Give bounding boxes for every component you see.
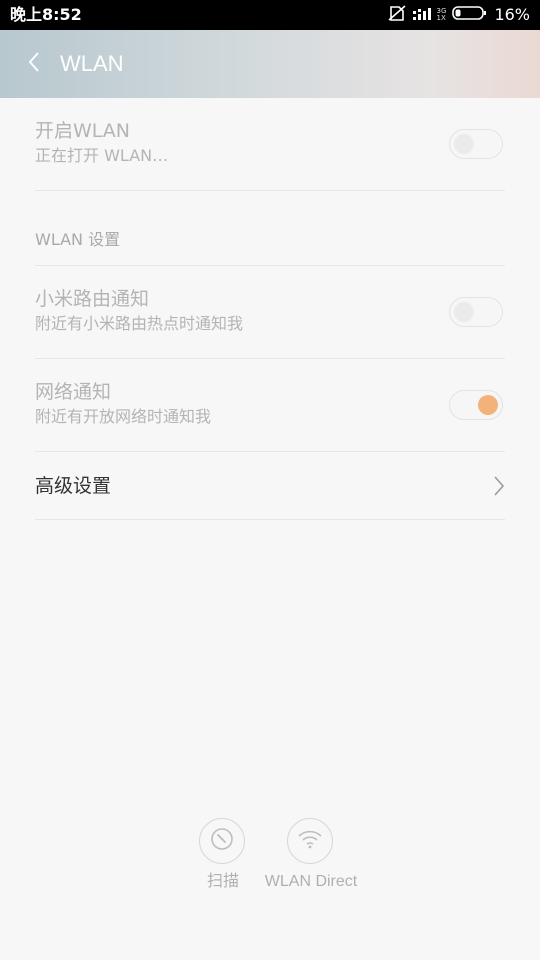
router-notification-desc: 附近有小米路由热点时通知我 <box>35 314 244 333</box>
wifi-icon <box>297 828 323 854</box>
chevron-right-icon <box>490 475 506 497</box>
toggle-knob <box>478 395 498 415</box>
divider <box>35 519 505 520</box>
network-type-bottom: 1X <box>436 14 446 22</box>
chevron-left-icon <box>26 50 42 78</box>
battery-percent: 16% <box>494 5 530 24</box>
network-notification-title: 网络通知 <box>35 381 112 403</box>
divider <box>35 190 505 191</box>
router-notification-row[interactable]: 小米路由通知 附近有小米路由热点时通知我 <box>35 287 505 335</box>
network-notification-row[interactable]: 网络通知 附近有开放网络时通知我 <box>35 380 505 428</box>
divider <box>35 451 505 452</box>
divider <box>35 265 505 266</box>
wlan-switch-row[interactable]: 开启WLAN 正在打开 WLAN… <box>35 119 505 167</box>
router-notification-title: 小米路由通知 <box>35 288 150 310</box>
wlan-direct-label: WLAN Direct <box>264 873 358 890</box>
toggle-knob <box>454 302 474 322</box>
page-title: WLAN <box>60 51 124 76</box>
status-icons: 3G 1X 16% <box>387 5 530 25</box>
toggle-knob <box>454 134 474 154</box>
section-header: WLAN 设置 <box>35 230 121 249</box>
back-button[interactable] <box>14 44 54 84</box>
wlan-direct-button[interactable]: WLAN Direct <box>251 818 371 898</box>
network-notification-desc: 附近有开放网络时通知我 <box>35 407 212 426</box>
wlan-toggle[interactable] <box>449 129 503 159</box>
action-bar: WLAN <box>0 30 540 98</box>
network-type: 3G 1X <box>437 8 447 22</box>
status-bar: 晚上8:52 3G 1X 16% <box>0 0 540 30</box>
status-time: 晚上8:52 <box>10 5 82 24</box>
scan-button-circle[interactable] <box>199 818 245 864</box>
battery-icon <box>452 5 488 25</box>
signal-icon <box>412 6 435 25</box>
router-notification-toggle[interactable] <box>449 297 503 327</box>
wlan-switch-status: 正在打开 WLAN… <box>35 146 169 165</box>
wlan-switch-title: 开启WLAN <box>35 120 131 142</box>
advanced-settings-item[interactable]: 高级设置 <box>35 474 111 498</box>
no-sim-icon <box>387 4 407 26</box>
network-notification-toggle[interactable] <box>449 390 503 420</box>
divider <box>35 358 505 359</box>
scan-icon <box>209 826 235 856</box>
wlan-direct-button-circle[interactable] <box>287 818 333 864</box>
